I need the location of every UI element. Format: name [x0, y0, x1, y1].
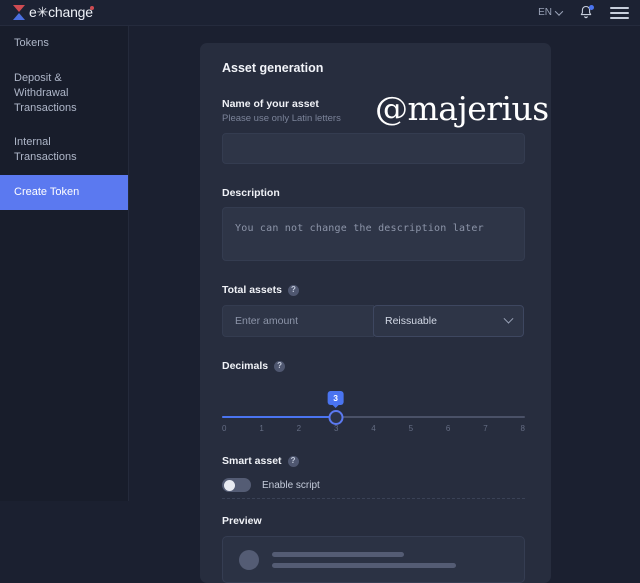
- top-bar: e✳change EN: [0, 0, 640, 26]
- top-bar-actions: EN: [538, 5, 629, 20]
- skeleton-bar: [272, 551, 405, 557]
- language-selector[interactable]: EN: [538, 6, 564, 18]
- smart-asset-label: Smart asset: [222, 455, 282, 467]
- slider-ticks: 0 1 2 3 4 5 6 7 8: [222, 424, 525, 433]
- brand-accent-dot: [89, 6, 94, 10]
- smart-asset-label-row: Smart asset ?: [222, 455, 529, 467]
- sidebar-item-deposit-withdrawal-transactions[interactable]: Deposit & Withdrawal Transactions: [0, 61, 128, 126]
- total-assets-row: Enter amount Reissuable: [222, 305, 529, 337]
- reissuable-selected-value: Reissuable: [385, 315, 437, 327]
- slider-tick: 1: [259, 424, 264, 433]
- slider-tick: 3: [333, 424, 339, 433]
- preview-label: Preview: [222, 515, 262, 527]
- preview-box: [222, 536, 525, 583]
- enable-script-toggle[interactable]: [222, 478, 251, 492]
- slider-value-badge: 3: [327, 391, 344, 405]
- skeleton-bar: [272, 562, 457, 568]
- section-divider: [222, 498, 525, 499]
- slider-tick: 8: [520, 424, 525, 433]
- enable-script-label: Enable script: [262, 479, 320, 491]
- decimals-label: Decimals: [222, 360, 269, 372]
- sidebar-item-create-token[interactable]: Create Token: [0, 175, 128, 210]
- sidebar-item-tokens[interactable]: Tokens: [0, 26, 128, 61]
- slider-tick: 6: [445, 424, 451, 433]
- help-circle-icon[interactable]: ?: [274, 360, 286, 372]
- bell-icon[interactable]: [579, 5, 594, 20]
- decimals-label-row: Decimals ?: [222, 360, 529, 372]
- sidebar-item-internal-transactions[interactable]: Internal Transactions: [0, 125, 128, 175]
- hourglass-logo-icon: [13, 5, 26, 20]
- notification-dot: [589, 5, 594, 10]
- description-textarea[interactable]: You can not change the description later: [222, 207, 525, 261]
- help-circle-icon[interactable]: ?: [287, 455, 299, 467]
- asset-name-input[interactable]: [222, 133, 525, 164]
- toggle-knob: [223, 479, 235, 491]
- slider-fill: [222, 416, 336, 418]
- brand-logo[interactable]: e✳change: [13, 4, 94, 21]
- brand-name: e✳change: [29, 4, 94, 20]
- asset-generation-card: Asset generation Name of your asset Plea…: [200, 43, 551, 583]
- amount-input[interactable]: Enter amount: [222, 305, 374, 337]
- slider-handle[interactable]: [328, 410, 344, 425]
- chevron-down-icon: [503, 313, 514, 324]
- main-content: Asset generation Name of your asset Plea…: [129, 26, 640, 583]
- reissuable-select[interactable]: Reissuable: [373, 305, 524, 337]
- sidebar: Tokens Deposit & Withdrawal Transactions…: [0, 26, 129, 501]
- slider-tick: 7: [483, 424, 488, 433]
- slider-tick: 5: [408, 424, 414, 433]
- chevron-down-icon: [554, 6, 564, 16]
- asset-name-hint: Please use only Latin letters: [222, 113, 341, 124]
- amount-placeholder: Enter amount: [235, 315, 299, 327]
- avatar-placeholder-icon: [239, 549, 259, 570]
- total-assets-label-row: Total assets ?: [222, 284, 529, 296]
- asset-name-label: Name of your asset: [222, 98, 319, 110]
- description-placeholder: You can not change the description later: [235, 223, 484, 234]
- hamburger-menu-icon[interactable]: [610, 6, 629, 19]
- page-title: Asset generation: [222, 61, 324, 75]
- slider-tick: 2: [296, 424, 302, 433]
- preview-skeleton-bars: [272, 551, 508, 568]
- slider-tick: 4: [371, 424, 376, 433]
- decimals-slider[interactable]: 3 0 1 2 3 4 5 6 7 8: [222, 391, 525, 433]
- description-label: Description: [222, 187, 280, 199]
- help-circle-icon[interactable]: ?: [287, 284, 299, 296]
- total-assets-label: Total assets: [222, 284, 282, 296]
- slider-tick: 0: [222, 424, 227, 433]
- enable-script-row: Enable script: [222, 478, 529, 492]
- language-label: EN: [538, 7, 552, 18]
